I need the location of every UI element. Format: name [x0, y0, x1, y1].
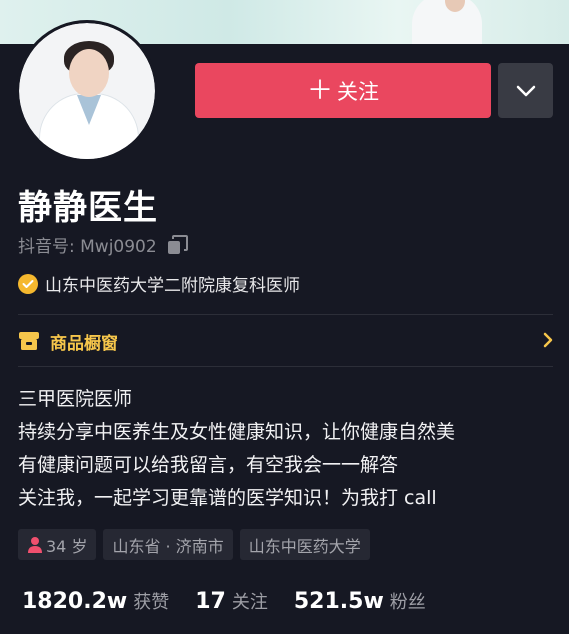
age-tag: 34 岁 [18, 529, 97, 560]
divider [18, 314, 553, 315]
following-label: 关注 [231, 592, 268, 613]
verified-badge-icon [18, 273, 38, 294]
location-tag-label: 山东省 · 济南市 [112, 536, 224, 556]
likes-label: 获赞 [133, 592, 170, 613]
verification-row: 山东中医药大学二附院康复科医师 [18, 271, 300, 296]
stat-followers[interactable]: 521.5w 粉丝 [294, 588, 426, 614]
bio-line: 关注我，一起学习更靠谱的医学知识！为我打 call [18, 487, 437, 509]
likes-count: 1820.2w [22, 589, 128, 614]
female-icon [28, 536, 42, 553]
stat-likes[interactable]: 1820.2w 获赞 [22, 588, 169, 614]
bio-line: 有健康问题可以给我留言，有空我会一一解答 [18, 454, 399, 476]
shop-window-entry[interactable]: 商品橱窗 [18, 327, 553, 355]
avatar[interactable] [16, 20, 158, 162]
profile-stats: 1820.2w 获赞 17 关注 521.5w 粉丝 [22, 588, 452, 614]
chevron-down-icon [516, 85, 535, 96]
bio-line: 三甲医院医师 [18, 388, 133, 410]
following-count: 17 [195, 589, 226, 614]
profile-tags: 34 岁 山东省 · 济南市 山东中医药大学 [18, 529, 370, 560]
age-tag-label: 34 岁 [46, 536, 88, 556]
shop-icon [19, 332, 39, 350]
follow-button[interactable]: ＋ 关注 [195, 63, 491, 118]
school-tag-label: 山东中医药大学 [248, 536, 361, 556]
more-options-button[interactable] [498, 63, 553, 118]
bio-line: 持续分享中医养生及女性健康知识，让你健康自然美 [18, 421, 456, 443]
shop-window-label: 商品橱窗 [50, 333, 118, 354]
douyin-id: 抖音号: Mwj0902 [18, 237, 157, 257]
followers-count: 521.5w [293, 589, 384, 614]
followers-label: 粉丝 [389, 592, 426, 613]
douyin-id-row: 抖音号: Mwj0902 [18, 232, 188, 257]
divider [18, 366, 553, 367]
school-tag: 山东中医药大学 [239, 529, 370, 560]
follow-button-label: 关注 [337, 79, 379, 104]
verification-text: 山东中医药大学二附院康复科医师 [45, 276, 300, 296]
stat-following[interactable]: 17 关注 [195, 588, 268, 614]
profile-name: 静静医生 [18, 188, 158, 228]
chevron-right-icon [543, 332, 553, 348]
bio: 三甲医院医师 持续分享中医养生及女性健康知识，让你健康自然美 有健康问题可以给我… [18, 383, 455, 515]
copy-icon[interactable] [167, 234, 188, 255]
plus-icon: ＋ [306, 75, 333, 106]
location-tag: 山东省 · 济南市 [103, 529, 233, 560]
